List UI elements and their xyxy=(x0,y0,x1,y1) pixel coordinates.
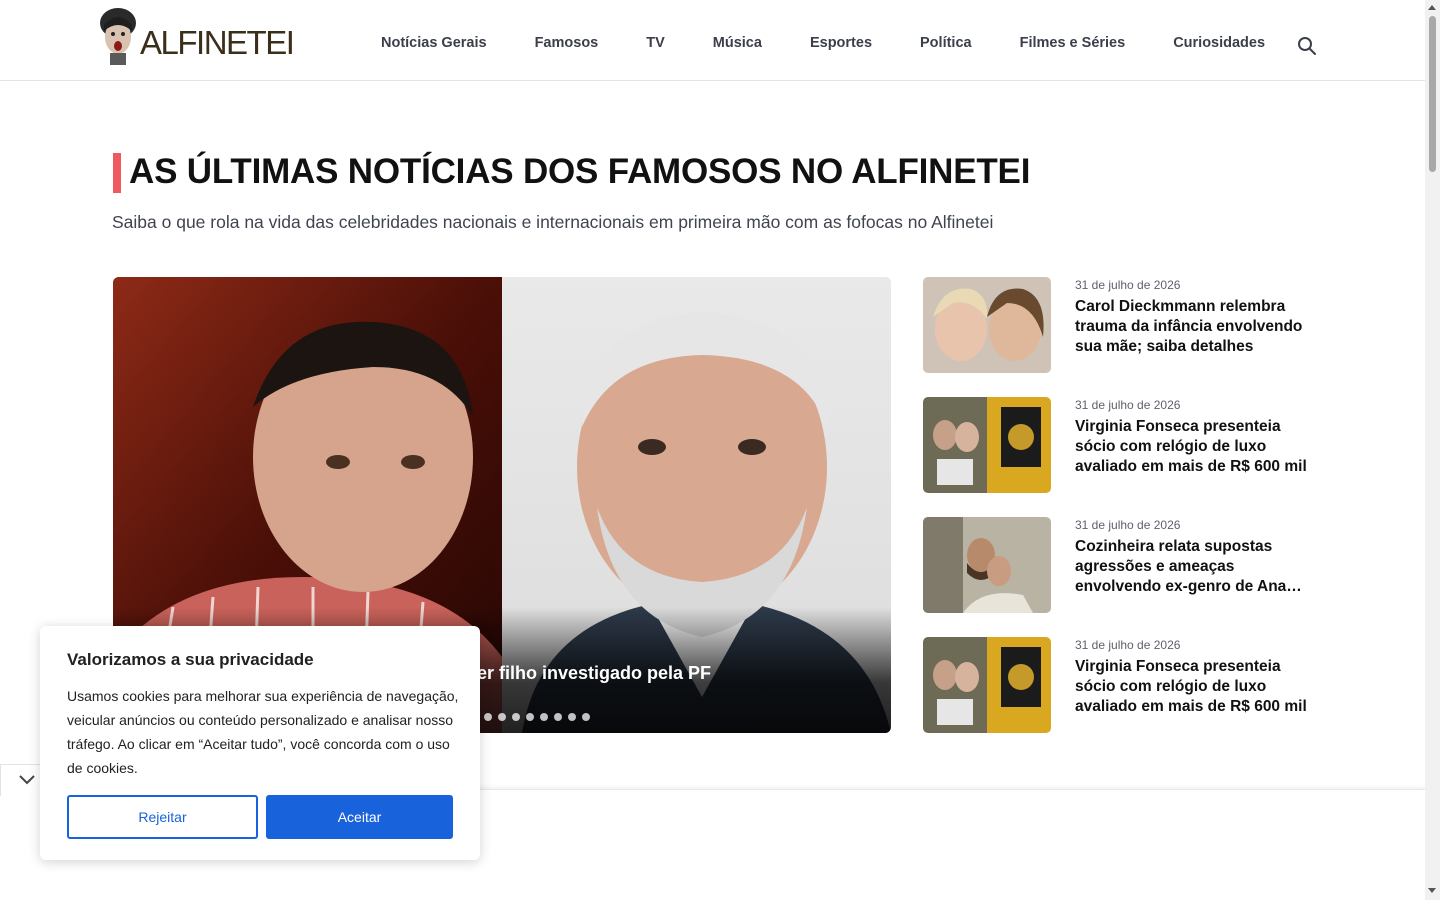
news-date: 31 de julho de 2026 xyxy=(1075,398,1181,412)
hero-title[interactable]: er filho investigado pela PF xyxy=(477,663,711,684)
nav-item-famosos[interactable]: Famosos xyxy=(535,35,599,51)
scroll-up-arrow-icon[interactable] xyxy=(1428,5,1436,10)
slider-dot[interactable] xyxy=(484,713,492,721)
page-subtitle: Saiba o que rola na vida das celebridade… xyxy=(112,212,994,232)
news-item[interactable]: 31 de julho de 2026 Cozinheira relata su… xyxy=(923,517,1313,613)
news-date: 31 de julho de 2026 xyxy=(1075,638,1181,652)
slider-dot[interactable] xyxy=(554,713,562,721)
news-item[interactable]: 31 de julho de 2026 Virginia Fonseca pre… xyxy=(923,397,1313,493)
search-icon[interactable] xyxy=(1297,36,1317,56)
slider-dot[interactable] xyxy=(512,713,520,721)
news-title[interactable]: Cozinheira relata supostas agressões e a… xyxy=(1075,537,1311,597)
cookie-title: Valorizamos a sua privacidade xyxy=(67,650,314,669)
news-item[interactable]: 31 de julho de 2026 Carol Dieckmmann rel… xyxy=(923,277,1313,373)
news-title[interactable]: Virginia Fonseca presenteia sócio com re… xyxy=(1075,657,1311,717)
news-thumbnail xyxy=(923,397,1051,493)
nav-item-noticias-gerais[interactable]: Notícias Gerais xyxy=(381,35,487,51)
site-logo[interactable]: ALFINETEI xyxy=(98,6,295,66)
news-thumbnail xyxy=(923,277,1051,373)
logo-text: ALFINETEI xyxy=(140,24,295,61)
chevron-down-icon xyxy=(19,775,35,785)
news-thumbnail xyxy=(923,517,1051,613)
page-scrollbar[interactable] xyxy=(1425,0,1440,900)
ad-collapse-toggle[interactable] xyxy=(0,764,42,796)
accept-button[interactable]: Aceitar xyxy=(266,795,453,839)
news-date: 31 de julho de 2026 xyxy=(1075,518,1181,532)
scroll-thumb[interactable] xyxy=(1429,16,1436,172)
slider-dot[interactable] xyxy=(568,713,576,721)
news-title[interactable]: Carol Dieckmmann relembra trauma da infâ… xyxy=(1075,297,1311,357)
news-date: 31 de julho de 2026 xyxy=(1075,278,1181,292)
slider-dots xyxy=(484,713,590,721)
slider-dot[interactable] xyxy=(526,713,534,721)
logo-face-icon xyxy=(100,8,136,65)
news-item[interactable]: 31 de julho de 2026 Virginia Fonseca pre… xyxy=(923,637,1313,733)
news-title[interactable]: Virginia Fonseca presenteia sócio com re… xyxy=(1075,417,1311,477)
reject-button[interactable]: Rejeitar xyxy=(67,795,258,839)
nav-item-filmes-series[interactable]: Filmes e Séries xyxy=(1020,35,1126,51)
cookie-text: Usamos cookies para melhorar sua experiê… xyxy=(67,688,459,776)
news-thumbnail xyxy=(923,637,1051,733)
nav-item-politica[interactable]: Política xyxy=(920,35,972,51)
page-title: AS ÚLTIMAS NOTÍCIAS DOS FAMOSOS NO ALFIN… xyxy=(129,152,1031,191)
cookie-consent-banner: Valorizamos a sua privacidade Usamos coo… xyxy=(40,626,480,860)
main-nav: Notícias Gerais Famosos TV Música Esport… xyxy=(381,35,1313,51)
nav-item-tv[interactable]: TV xyxy=(646,35,665,51)
slider-dot[interactable] xyxy=(540,713,548,721)
slider-dot[interactable] xyxy=(582,713,590,721)
scroll-down-arrow-icon[interactable] xyxy=(1428,888,1436,893)
slider-dot[interactable] xyxy=(498,713,506,721)
nav-item-curiosidades[interactable]: Curiosidades xyxy=(1173,35,1265,51)
nav-item-esportes[interactable]: Esportes xyxy=(810,35,872,51)
title-accent-bar xyxy=(113,153,121,193)
site-header: ALFINETEI Notícias Gerais Famosos TV Mús… xyxy=(0,0,1425,81)
nav-item-musica[interactable]: Música xyxy=(713,35,762,51)
